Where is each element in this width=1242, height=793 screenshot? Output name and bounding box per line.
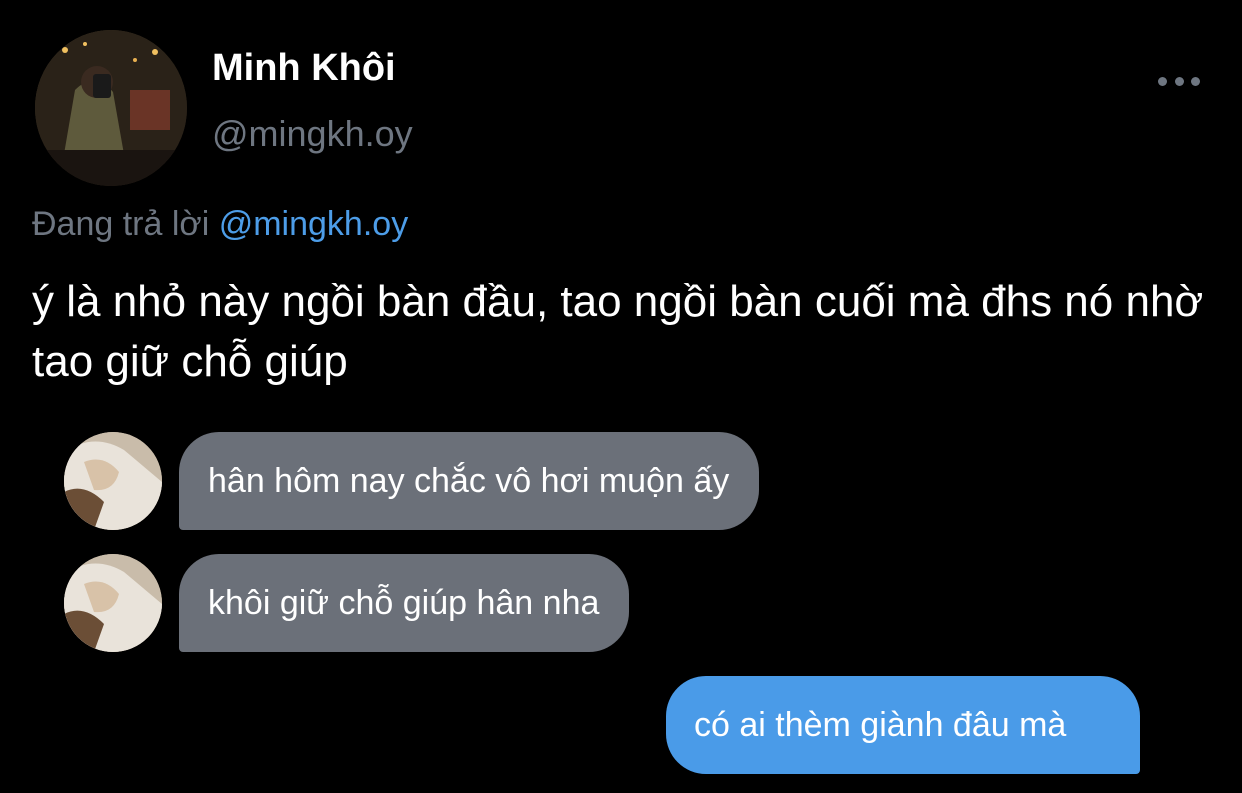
author-handle[interactable]: @mingkh.oy [212,112,413,156]
author-display-name[interactable]: Minh Khôi [212,46,396,90]
reply-context: Đang trả lời @mingkh.oy [32,202,408,246]
tweet-text: ý là nhỏ này ngồi bàn đầu, tao ngồi bàn … [32,277,1204,386]
chat-message-incoming: hân hôm nay chắc vô hơi muộn ấy [179,432,760,530]
chat-message-outgoing: có ai thèm giành đâu mà [666,676,1140,774]
more-dot [1158,76,1167,86]
author-avatar[interactable] [35,30,187,186]
more-dot [1174,76,1184,86]
reply-mention-link[interactable]: @mingkh.oy [219,205,408,243]
reply-prefix: Đang trả lời [32,205,210,243]
avatar-photo-icon [35,30,187,186]
chat-avatar [64,432,162,530]
more-icon[interactable] [1158,70,1200,92]
chat-message-incoming: khôi giữ chỗ giúp hân nha [179,554,630,652]
chat-avatar [64,554,162,652]
avatar-photo-icon [64,432,162,530]
more-dot [1191,76,1200,86]
avatar-photo-icon [64,554,162,652]
